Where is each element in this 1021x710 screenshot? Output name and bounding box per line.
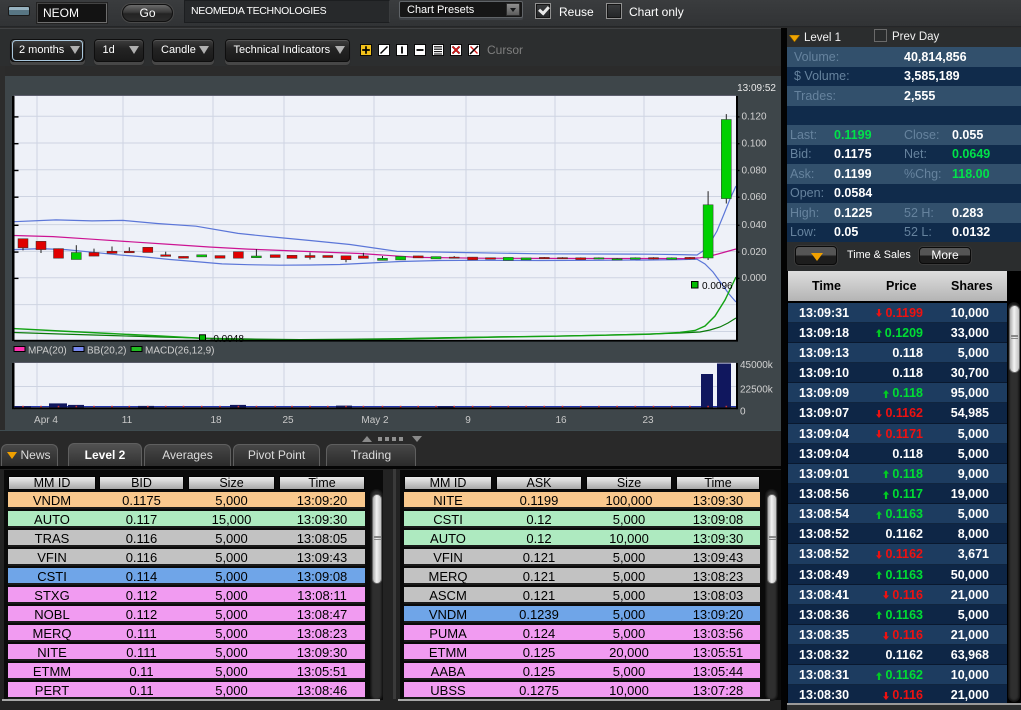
svg-text:18: 18 <box>210 415 222 426</box>
svg-text:16: 16 <box>555 415 567 426</box>
svg-text:0.080: 0.080 <box>742 165 767 176</box>
svg-text:0.0096: 0.0096 <box>702 281 733 292</box>
svg-text:0.060: 0.060 <box>742 192 767 203</box>
svg-text:Apr 4: Apr 4 <box>34 415 58 426</box>
svg-text:0.000: 0.000 <box>742 273 767 284</box>
svg-text:25: 25 <box>282 415 294 426</box>
svg-text:-0.0048: -0.0048 <box>210 334 244 345</box>
svg-text:13:09:52: 13:09:52 <box>737 83 776 94</box>
svg-text:23: 23 <box>642 415 654 426</box>
svg-text:0.020: 0.020 <box>742 247 767 258</box>
svg-text:9: 9 <box>465 415 471 426</box>
svg-text:0.120: 0.120 <box>742 112 767 123</box>
svg-text:MACD(26,12,9): MACD(26,12,9) <box>145 346 214 357</box>
svg-text:11: 11 <box>122 415 133 426</box>
svg-text:0.040: 0.040 <box>742 220 767 231</box>
svg-text:May 2: May 2 <box>361 415 389 426</box>
svg-text:BB(20,2): BB(20,2) <box>87 346 126 357</box>
svg-text:0: 0 <box>740 407 746 418</box>
svg-text:MPA(20): MPA(20) <box>28 346 67 357</box>
svg-text:0.100: 0.100 <box>742 139 767 150</box>
svg-text:45000k: 45000k <box>740 360 774 371</box>
svg-text:22500k: 22500k <box>740 385 774 396</box>
